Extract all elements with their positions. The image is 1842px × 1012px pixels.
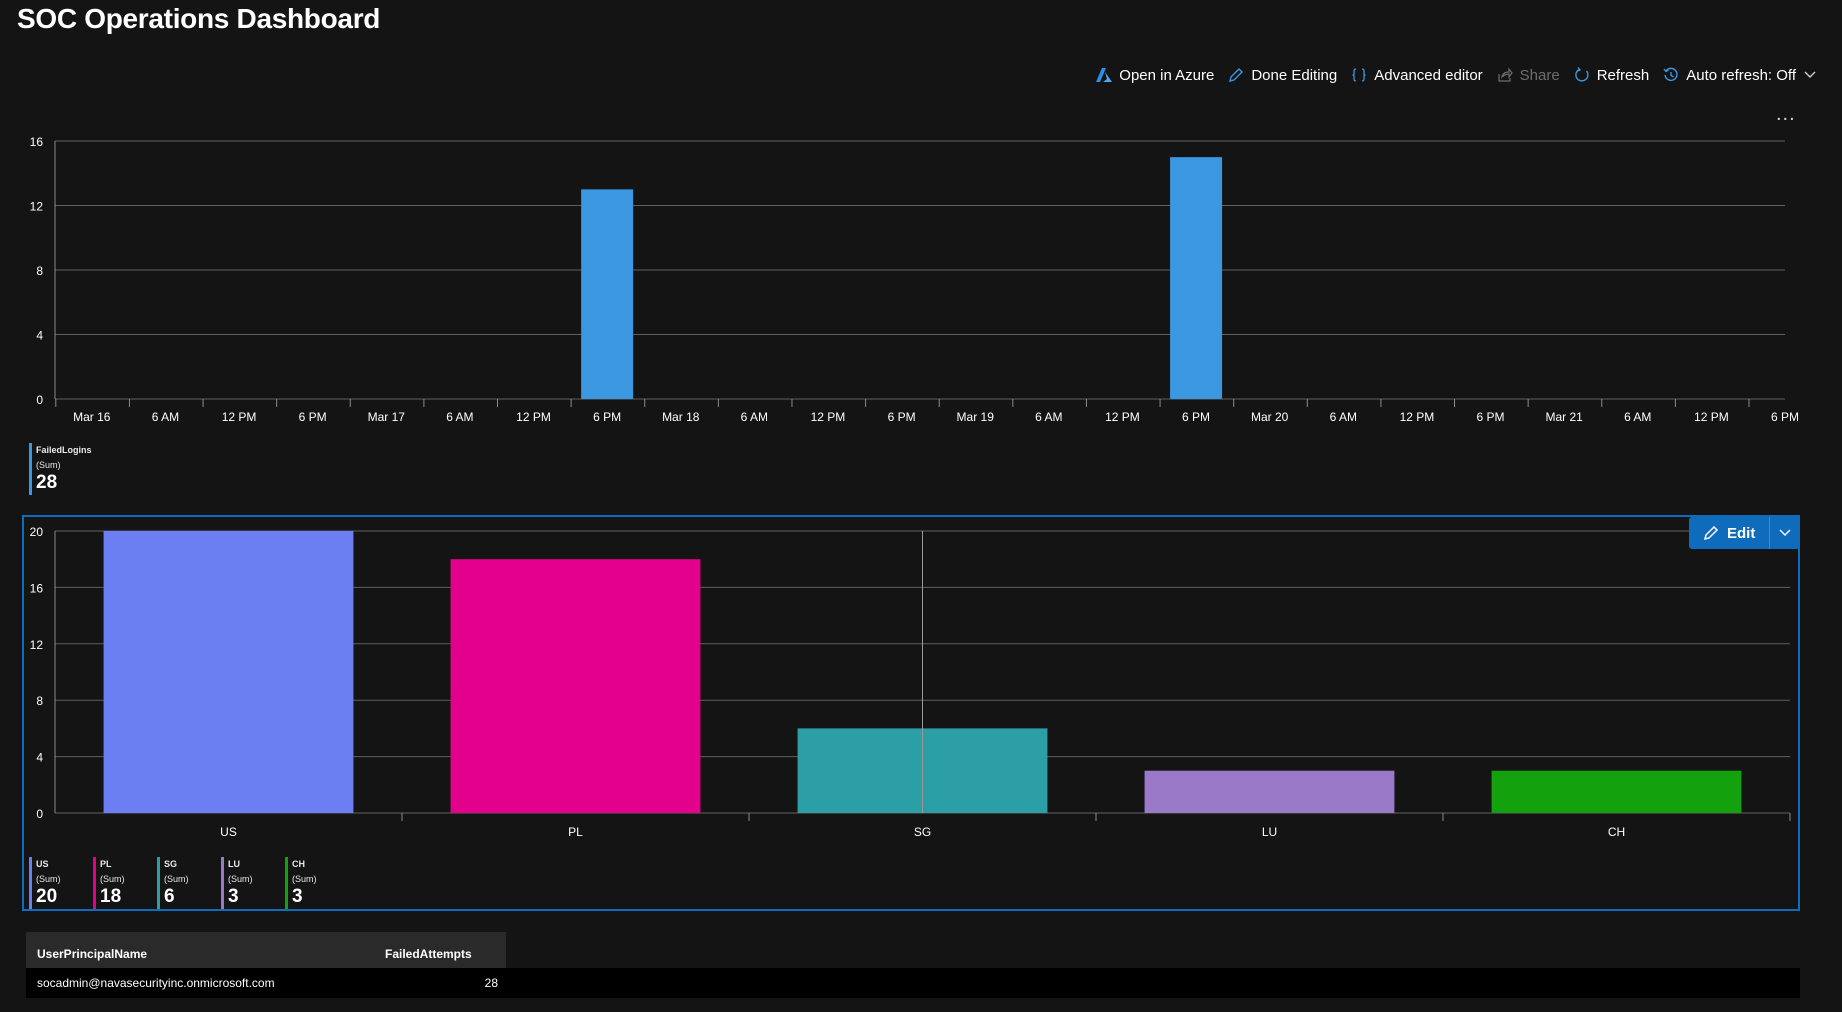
- legend-aggregation: (Sum): [36, 874, 61, 884]
- legend-series-name: PL: [100, 859, 112, 869]
- x-tick-label: 6 AM: [741, 410, 768, 424]
- x-tick-label: 6 AM: [1624, 410, 1651, 424]
- x-tick-label: 6 PM: [1771, 410, 1799, 424]
- edit-button[interactable]: Edit: [1689, 517, 1771, 549]
- legend-total: 3: [228, 886, 239, 907]
- x-tick-label: Mar 16: [73, 410, 111, 424]
- legend-series-name: FailedLogins: [36, 445, 92, 455]
- legend-total: 18: [100, 886, 122, 907]
- legend-series-name: CH: [292, 859, 305, 869]
- bar: [581, 189, 634, 399]
- column-header-user-principal-name[interactable]: UserPrincipalName: [37, 947, 147, 961]
- x-tick-label: 6 AM: [446, 410, 473, 424]
- failed-logins-timechart: 0 4 8 12 16 Mar 16 6 AM 12 PM 6 PM Mar 17 6 AM 12 P…: [30, 135, 1799, 424]
- x-tick-label: 12 PM: [516, 410, 551, 424]
- edit-button-group: Edit: [1689, 517, 1801, 549]
- cell-user-principal-name: socadmin@navasecurityinc.onmicrosoft.com: [37, 976, 275, 990]
- x-tick-label: 12 PM: [1694, 410, 1729, 424]
- x-tick-label: 6 PM: [1182, 410, 1210, 424]
- cell-failed-attempts: 28: [484, 976, 498, 990]
- legend-color-swatch: [29, 857, 32, 909]
- x-tick-label: Mar 18: [662, 410, 700, 424]
- legend-color-swatch: [29, 443, 32, 495]
- y-tick-label: 4: [36, 329, 43, 343]
- chevron-down-icon: [1779, 529, 1791, 537]
- x-tick-label: 6 PM: [888, 410, 916, 424]
- y-tick-label: 16: [30, 135, 44, 149]
- x-tick-label: 6 PM: [1477, 410, 1505, 424]
- column-header-failed-attempts[interactable]: FailedAttempts: [385, 947, 472, 961]
- legend-series-name: US: [36, 859, 49, 869]
- legend-color-swatch: [221, 857, 224, 909]
- x-tick-label: 6 PM: [299, 410, 327, 424]
- x-tick-label: Mar 19: [957, 410, 995, 424]
- selected-panel-frame[interactable]: [22, 515, 1800, 911]
- legend-color-swatch: [285, 857, 288, 909]
- legend-total: 28: [36, 472, 58, 493]
- legend-total: 6: [164, 886, 175, 907]
- legend-color-swatch: [93, 857, 96, 909]
- y-tick-label: 12: [30, 200, 44, 214]
- edit-label: Edit: [1727, 524, 1756, 542]
- x-tick-label: Mar 21: [1545, 410, 1583, 424]
- x-tick-label: Mar 20: [1251, 410, 1289, 424]
- x-tick-label: Mar 17: [368, 410, 406, 424]
- legend-aggregation: (Sum): [36, 460, 61, 470]
- legend-total: 20: [36, 886, 58, 907]
- x-tick-label: 6 PM: [593, 410, 621, 424]
- edit-options-dropdown[interactable]: [1770, 517, 1800, 549]
- x-tick-label: 6 AM: [1035, 410, 1062, 424]
- legend-color-swatch: [157, 857, 160, 909]
- x-tick-label: 6 AM: [1330, 410, 1357, 424]
- x-tick-label: 12 PM: [811, 410, 846, 424]
- x-tick-label: 12 PM: [222, 410, 257, 424]
- y-tick-label: 8: [36, 264, 43, 278]
- x-tick-label: 12 PM: [1400, 410, 1435, 424]
- x-tick-label: 12 PM: [1105, 410, 1140, 424]
- legend-aggregation: (Sum): [292, 874, 317, 884]
- table-row[interactable]: [26, 968, 1800, 998]
- bar: [1170, 157, 1223, 399]
- legend-total: 3: [292, 886, 303, 907]
- pencil-icon: [1703, 525, 1719, 541]
- legend-series-name: SG: [164, 859, 178, 869]
- x-tick-label: 6 AM: [152, 410, 179, 424]
- y-tick-label: 0: [36, 393, 43, 407]
- legend-aggregation: (Sum): [100, 874, 125, 884]
- legend-series-name: LU: [228, 859, 240, 869]
- legend-aggregation: (Sum): [228, 874, 253, 884]
- legend-aggregation: (Sum): [164, 874, 189, 884]
